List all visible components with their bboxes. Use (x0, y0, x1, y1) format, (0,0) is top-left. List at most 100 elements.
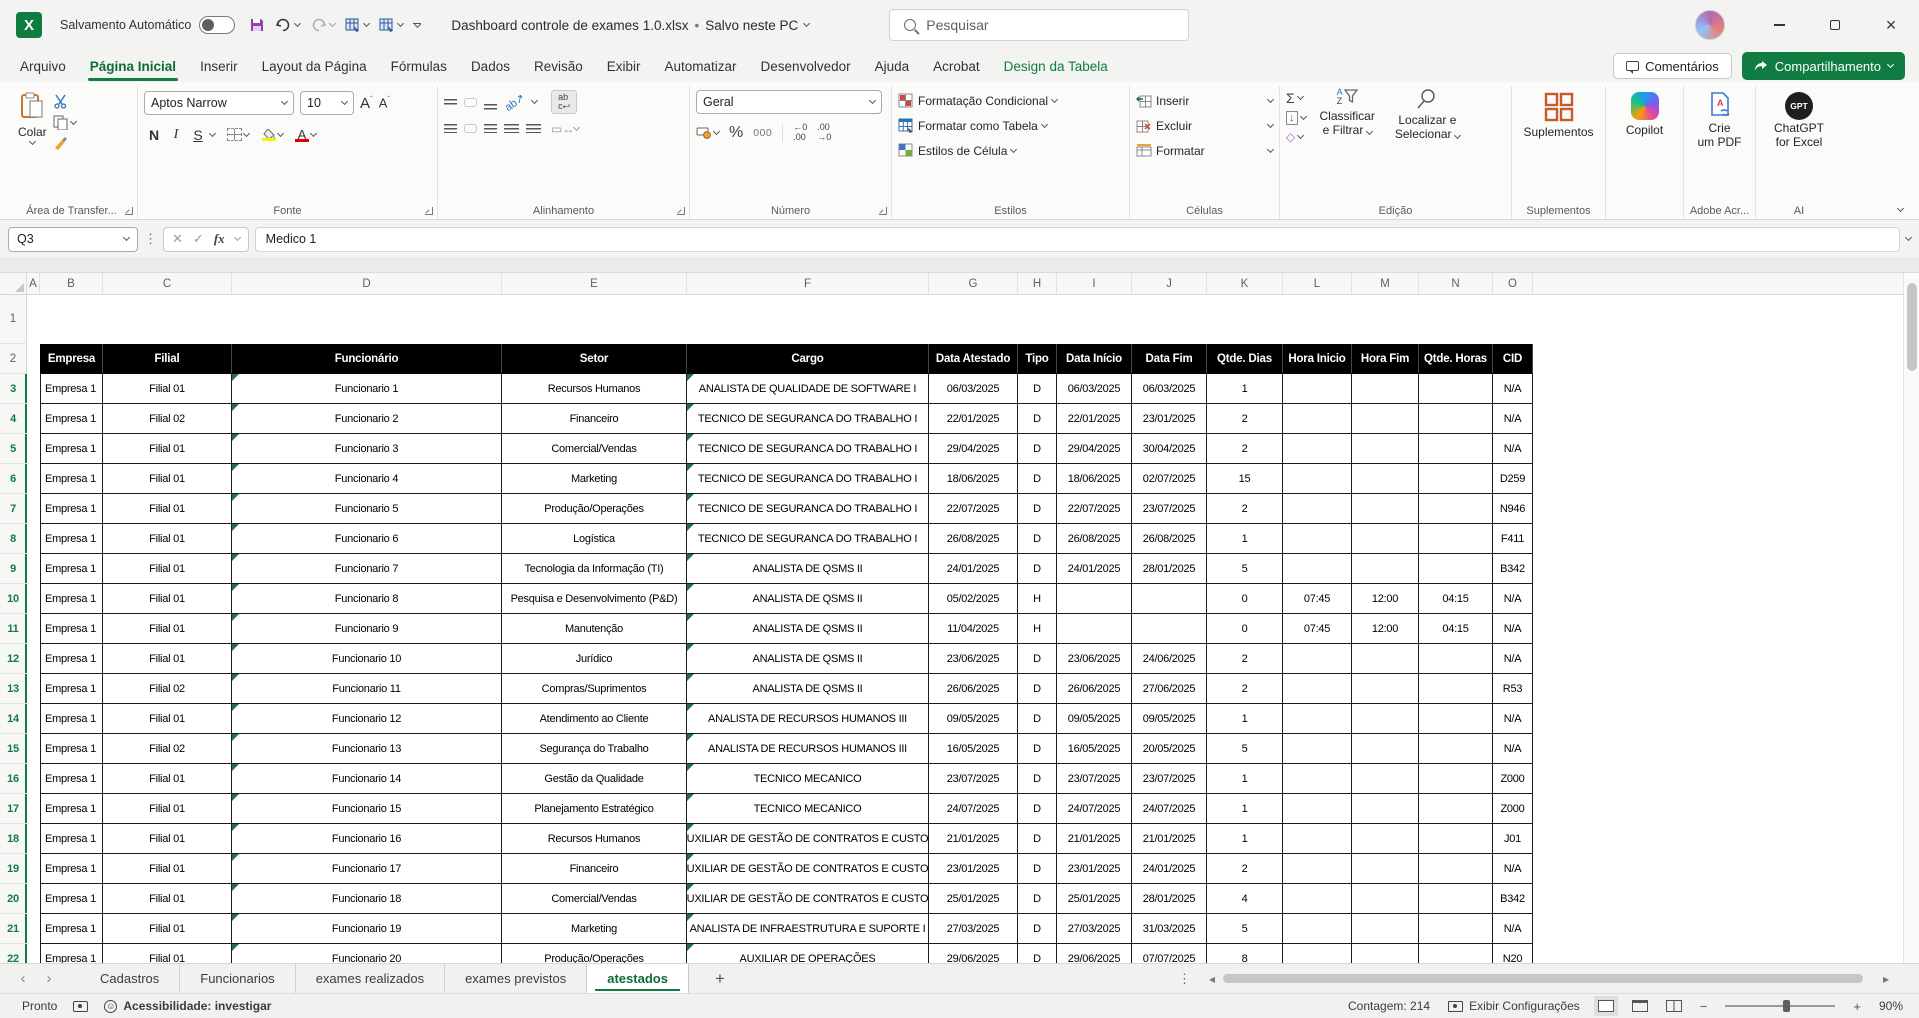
table-cell[interactable]: 23/06/2025 (929, 644, 1018, 674)
row-header-12[interactable]: 12 (0, 644, 27, 674)
table-cell[interactable]: Empresa 1 (40, 554, 103, 584)
table-cell[interactable]: 21/01/2025 (929, 824, 1018, 854)
table-cell[interactable]: 23/07/2025 (1132, 494, 1207, 524)
table-cell[interactable]: Logística (502, 524, 687, 554)
table-cell[interactable]: N/A (1493, 704, 1533, 734)
table-cell[interactable]: 05/02/2025 (929, 584, 1018, 614)
sheet-tab-exames-previstos[interactable]: exames previstos (445, 964, 587, 993)
table-cell[interactable]: Z000 (1493, 794, 1533, 824)
table-cell[interactable] (1352, 824, 1419, 854)
row-header-10[interactable]: 10 (0, 584, 27, 614)
table-cell[interactable]: 27/03/2025 (1057, 914, 1132, 944)
table-cell[interactable]: Funcionario 8 (232, 584, 502, 614)
table-cell[interactable]: 8 (1207, 944, 1283, 963)
row-header-4[interactable]: 4 (0, 404, 27, 434)
table-cell[interactable]: D (1018, 464, 1057, 494)
add-sheet-button[interactable]: + (715, 969, 725, 989)
fill-color-menu[interactable] (277, 129, 284, 136)
table-cell[interactable]: N/A (1493, 854, 1533, 884)
macro-record-icon[interactable] (73, 1001, 88, 1012)
merge-center-button[interactable]: ▭↔ (551, 122, 579, 136)
table-cell[interactable]: D (1018, 794, 1057, 824)
table-cell[interactable]: Empresa 1 (40, 494, 103, 524)
table-cell[interactable]: Filial 01 (103, 854, 232, 884)
table-cell[interactable]: Segurança do Trabalho (502, 734, 687, 764)
format-painter-button[interactable] (53, 136, 76, 151)
column-header-G[interactable]: G (929, 273, 1018, 294)
table-cell[interactable]: ANALISTA DE QSMS II (687, 614, 929, 644)
column-header-M[interactable]: M (1352, 273, 1419, 294)
row-header-22[interactable]: 22 (0, 944, 27, 963)
row-header-21[interactable]: 21 (0, 914, 27, 944)
table-cell[interactable]: Filial 01 (103, 524, 232, 554)
table-cell[interactable]: D (1018, 524, 1057, 554)
table-cell[interactable]: Funcionario 18 (232, 884, 502, 914)
table-cell[interactable]: B342 (1493, 554, 1533, 584)
table-cell[interactable] (1352, 524, 1419, 554)
font-color-button[interactable]: A (295, 128, 309, 142)
save-button[interactable] (249, 17, 265, 33)
table-cell[interactable]: D (1018, 404, 1057, 434)
table-cell[interactable]: AUXILIAR DE GESTÃO DE CONTRATOS E CUSTOS (687, 824, 929, 854)
table-cell[interactable]: Funcionario 12 (232, 704, 502, 734)
table-cell[interactable]: Empresa 1 (40, 374, 103, 404)
autosave-toggle[interactable] (199, 16, 235, 34)
table-cell[interactable]: 29/06/2025 (929, 944, 1018, 963)
table-cell[interactable]: 2 (1207, 644, 1283, 674)
table-cell[interactable]: 24/07/2025 (1132, 794, 1207, 824)
row-header-16[interactable]: 16 (0, 764, 27, 794)
table-cell[interactable]: Filial 01 (103, 554, 232, 584)
table-cell[interactable]: 26/08/2025 (1057, 524, 1132, 554)
table-cell[interactable]: Comercial/Vendas (502, 884, 687, 914)
table-cell[interactable]: Filial 01 (103, 704, 232, 734)
table-cell[interactable]: 2 (1207, 434, 1283, 464)
column-header-K[interactable]: K (1207, 273, 1283, 294)
row-header-11[interactable]: 11 (0, 614, 27, 644)
table-cell[interactable]: 16/05/2025 (929, 734, 1018, 764)
table-cell[interactable]: 1 (1207, 524, 1283, 554)
bold-button[interactable]: N (144, 127, 164, 143)
table-cell[interactable]: 09/05/2025 (929, 704, 1018, 734)
share-button[interactable]: Compartilhamento (1742, 52, 1905, 80)
table-cell[interactable]: Funcionario 15 (232, 794, 502, 824)
table-cell[interactable] (1419, 644, 1493, 674)
table-cell[interactable]: Filial 02 (103, 404, 232, 434)
table-cell[interactable]: Filial 02 (103, 674, 232, 704)
table-cell[interactable]: D (1018, 674, 1057, 704)
table-cell[interactable]: ANALISTA DE QUALIDADE DE SOFTWARE I (687, 374, 929, 404)
table-cell[interactable]: Gestão da Qualidade (502, 764, 687, 794)
column-header-E[interactable]: E (502, 273, 687, 294)
column-header-O[interactable]: O (1493, 273, 1533, 294)
borders-menu[interactable] (243, 129, 250, 136)
ribbon-tab-página-inicial[interactable]: Página Inicial (78, 53, 188, 80)
table-cell[interactable]: 24/07/2025 (929, 794, 1018, 824)
table-header-cell[interactable]: Setor (502, 344, 687, 374)
table-cell[interactable] (1352, 734, 1419, 764)
expand-formula-bar-button[interactable] (1905, 234, 1912, 241)
sheet-tab-atestados[interactable]: atestados (587, 964, 689, 993)
table-cell[interactable]: 27/06/2025 (1132, 674, 1207, 704)
clear-button[interactable]: ◇ (1286, 130, 1306, 144)
table-cell[interactable]: 04:15 (1419, 614, 1493, 644)
redo-button[interactable] (310, 18, 335, 33)
table-cell[interactable] (1283, 854, 1352, 884)
select-all-button[interactable] (0, 273, 27, 294)
column-header-I[interactable]: I (1057, 273, 1132, 294)
table-header-cell[interactable]: Cargo (687, 344, 929, 374)
table-cell[interactable]: Marketing (502, 464, 687, 494)
table-cell[interactable]: Marketing (502, 914, 687, 944)
table-cell[interactable] (1283, 644, 1352, 674)
table-cell[interactable] (1283, 944, 1352, 963)
delete-cells-button[interactable]: Excluir (1136, 113, 1273, 138)
table-cell[interactable]: TECNICO DE SEGURANCA DO TRABALHO I (687, 464, 929, 494)
sheet-tab-exames-realizados[interactable]: exames realizados (296, 964, 445, 993)
table-cell[interactable]: Filial 01 (103, 374, 232, 404)
ribbon-tab-layout-da-página[interactable]: Layout da Página (250, 53, 379, 80)
table-cell[interactable]: 23/01/2025 (1057, 854, 1132, 884)
table-cell[interactable]: Funcionario 4 (232, 464, 502, 494)
table-cell[interactable] (1419, 374, 1493, 404)
customize-qat-button[interactable] (413, 23, 421, 27)
sheet-nav-right-icon[interactable]: › (36, 970, 62, 987)
number-dialog-launcher[interactable] (879, 207, 887, 215)
table-header-cell[interactable]: CID (1493, 344, 1533, 374)
